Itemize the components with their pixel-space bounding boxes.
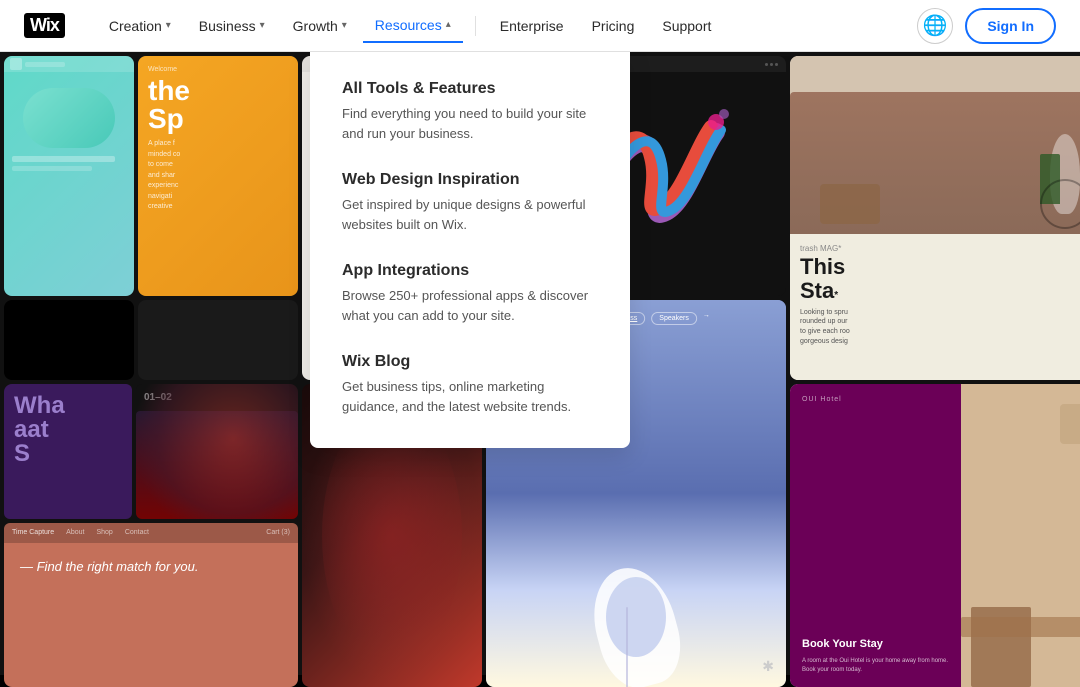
hotel-title: Book Your Stay (802, 637, 949, 651)
trash-mag-body: Looking to sprurounded up ourto give eac… (800, 308, 1080, 347)
nav-item-enterprise[interactable]: Enterprise (488, 10, 576, 42)
chevron-down-icon: ▾ (260, 20, 265, 31)
chevron-down-icon: ▾ (342, 20, 347, 31)
trash-mag-label: trash MAG* (800, 244, 1080, 253)
nav-item-growth[interactable]: Growth ▾ (281, 10, 359, 42)
chevron-down-icon: ▾ (166, 20, 171, 31)
nav-item-creation[interactable]: Creation ▾ (97, 10, 183, 42)
dropdown-item-tools[interactable]: All Tools & Features Find everything you… (342, 80, 598, 143)
tag-speakers: Speakers (651, 312, 697, 325)
dropdown-item-web-design[interactable]: Web Design Inspiration Get inspired by u… (342, 171, 598, 234)
trash-mag-title: ThisSta* (800, 255, 1080, 303)
tile-teal (4, 56, 134, 296)
navbar: Wix Creation ▾ Business ▾ Growth ▾ Resou… (0, 0, 1080, 52)
tile-dark-2 (138, 300, 298, 380)
dropdown-item-wix-blog[interactable]: Wix Blog Get business tips, online marke… (342, 353, 598, 416)
tile-editorial: trash MAG* ThisSta* Looking to spruround… (790, 56, 1080, 380)
nav-item-pricing[interactable]: Pricing (580, 10, 647, 42)
globe-icon[interactable]: 🌐 (917, 8, 953, 44)
nav-divider (475, 16, 476, 36)
tile-hotel: OUI Hotel Book Your Stay A room at the O… (790, 384, 1080, 687)
resources-dropdown: All Tools & Features Find everything you… (310, 52, 630, 448)
hotel-label: OUI Hotel (802, 396, 949, 403)
nav-item-business[interactable]: Business ▾ (187, 10, 277, 42)
nav-menu: Creation ▾ Business ▾ Growth ▾ Resources… (97, 9, 917, 43)
arrow-icon: → (703, 312, 710, 325)
nav-item-support[interactable]: Support (650, 10, 723, 42)
wix-logo-text: Wix (24, 13, 65, 38)
tile-purple-text: WhaaatS (14, 394, 122, 466)
tile-black-1 (4, 300, 134, 380)
star-icon: ✱ (762, 658, 774, 675)
chevron-up-icon: ▴ (446, 19, 451, 30)
dropdown-item-app-integrations[interactable]: App Integrations Browse 250+ professiona… (342, 262, 598, 325)
wix-logo[interactable]: Wix (24, 13, 65, 38)
hotel-body: A room at the Oui Hotel is your home awa… (802, 657, 949, 675)
nav-item-resources[interactable]: Resources ▴ (363, 9, 463, 43)
nav-right: 🌐 Sign In (917, 8, 1056, 44)
tile-bottom-left: WhaaatS 01–02 Time Capture About Shop Co… (4, 384, 298, 687)
tile-orange-welcome: Welcome theSp A place fminded coto comea… (138, 56, 298, 296)
sign-in-button[interactable]: Sign In (965, 8, 1056, 44)
